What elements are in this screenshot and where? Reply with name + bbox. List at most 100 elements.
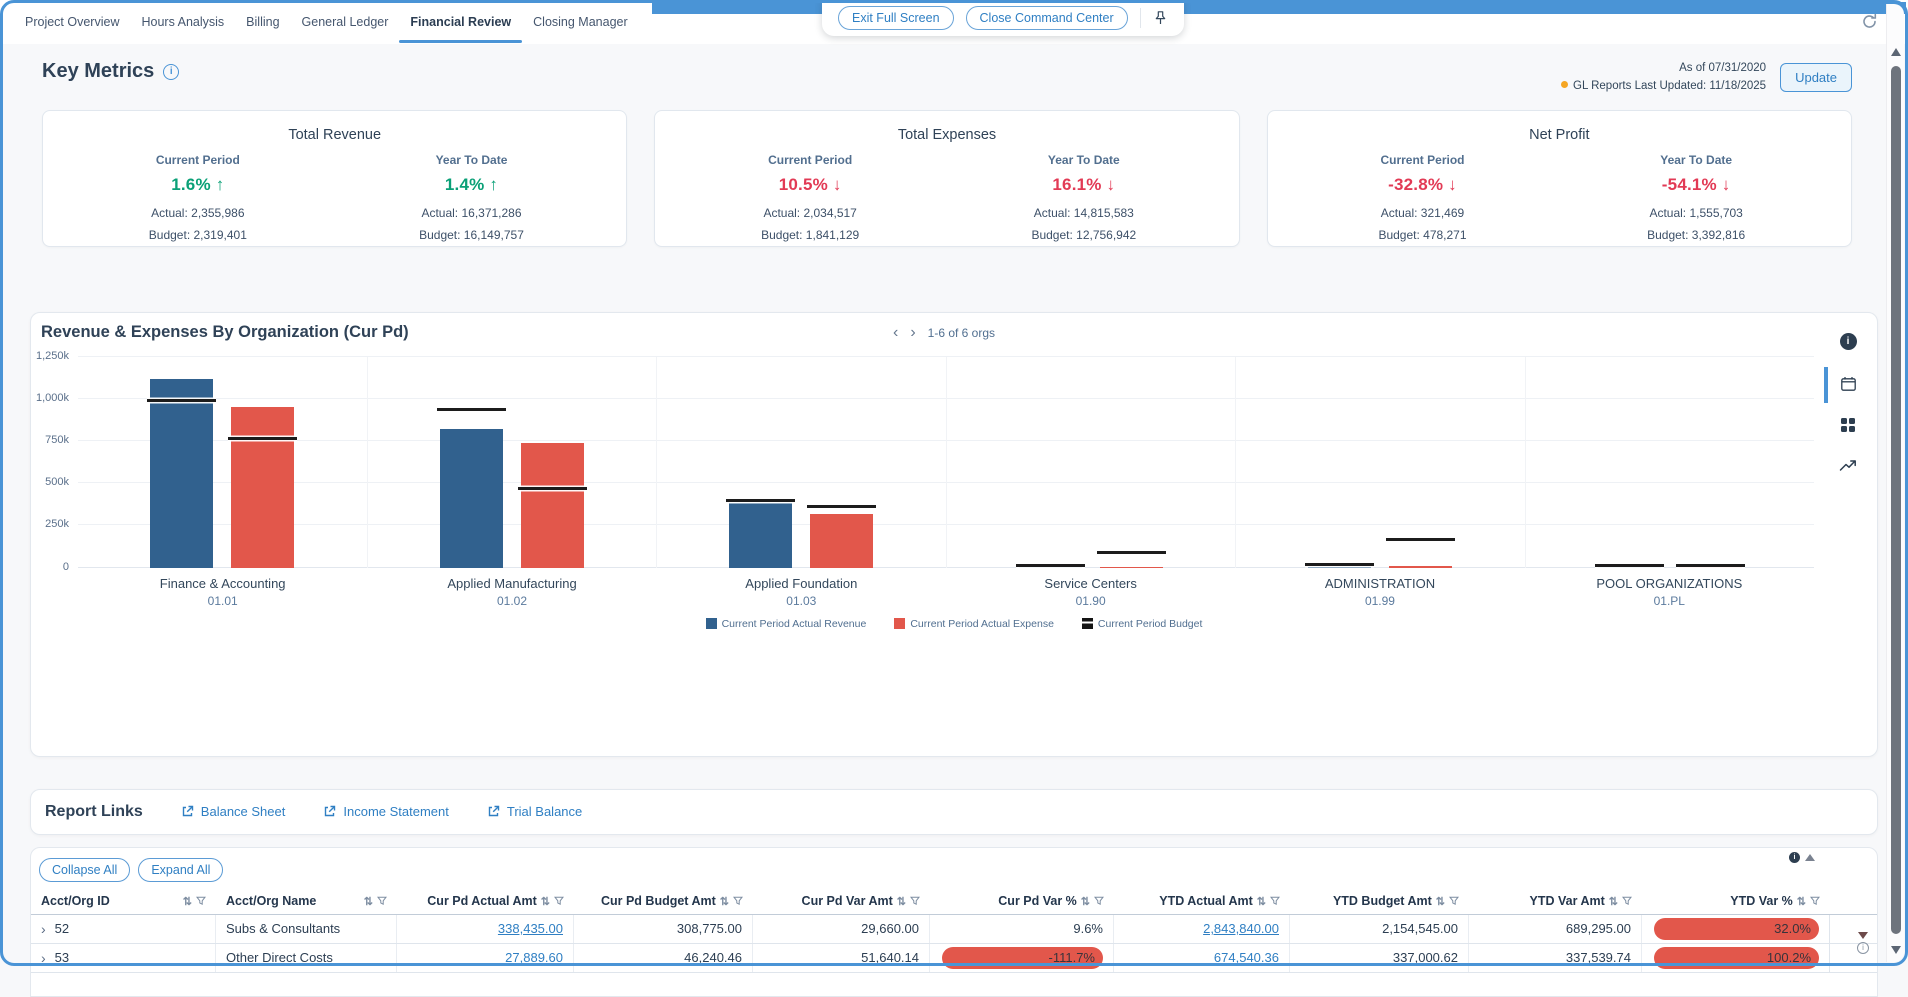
chart-category-axis: Finance & Accounting01.01Applied Manufac… xyxy=(78,576,1814,608)
chart-info-icon[interactable]: i xyxy=(1840,333,1857,350)
column-header-ytd-actual-amt[interactable]: YTD Actual Amt⇅ xyxy=(1114,889,1290,914)
budget-tick-line xyxy=(228,437,297,440)
column-header-cur-pd-var-amt[interactable]: Cur Pd Var Amt⇅ xyxy=(753,889,930,914)
column-header-ytd-var-[interactable]: YTD Var %⇅ xyxy=(1642,889,1830,914)
amount-link[interactable]: 2,843,840.00 xyxy=(1203,921,1279,936)
trend-view-icon[interactable] xyxy=(1839,458,1858,472)
filter-icon[interactable] xyxy=(196,896,206,906)
sort-icon[interactable]: ⇅ xyxy=(1436,895,1445,908)
tab-project-overview[interactable]: Project Overview xyxy=(14,0,130,44)
category-label: Finance & Accounting01.01 xyxy=(78,576,367,608)
info-icon[interactable]: i xyxy=(163,64,179,80)
variance-info-icon[interactable]: i xyxy=(1789,852,1800,863)
close-command-center-button[interactable]: Close Command Center xyxy=(966,6,1128,30)
filter-icon[interactable] xyxy=(1449,896,1459,906)
trial-balance-link[interactable]: Trial Balance xyxy=(487,804,582,819)
period-label: Year To Date xyxy=(335,153,609,167)
tab-hours-analysis[interactable]: Hours Analysis xyxy=(130,0,235,44)
grid-view-icon[interactable] xyxy=(1841,418,1855,432)
cell-ytd-var-amt: 689,295.00 xyxy=(1469,915,1642,943)
calendar-view-icon[interactable] xyxy=(1840,376,1857,392)
filter-icon xyxy=(1622,896,1632,906)
column-header-acct-org-name[interactable]: Acct/Org Name⇅ xyxy=(216,889,397,914)
cell-acct-org-name: Subs & Consultants xyxy=(216,915,397,943)
actual-amount: Actual: 2,355,986 xyxy=(61,202,335,224)
filter-icon[interactable] xyxy=(1622,896,1632,906)
column-header-cur-pd-budget-amt[interactable]: Cur Pd Budget Amt⇅ xyxy=(574,889,753,914)
period-label: Current Period xyxy=(1286,153,1560,167)
row-expand-icon[interactable]: › xyxy=(41,951,46,965)
filter-icon[interactable] xyxy=(910,896,920,906)
row-expand-icon[interactable]: › xyxy=(41,922,46,936)
sort-icon[interactable]: ⇅ xyxy=(1257,895,1266,908)
filter-icon[interactable] xyxy=(733,896,743,906)
expand-all-button[interactable]: Expand All xyxy=(138,858,223,882)
sync-icon[interactable] xyxy=(1861,13,1878,30)
column-header-ytd-var-amt[interactable]: YTD Var Amt⇅ xyxy=(1469,889,1642,914)
cell-value: 29,660.00 xyxy=(861,921,919,936)
sort-icon[interactable]: ⇅ xyxy=(541,895,550,908)
balance-sheet-link[interactable]: Balance Sheet xyxy=(181,804,286,819)
org-code: 01.90 xyxy=(946,594,1235,608)
table-row[interactable]: ›53Other Direct Costs27,889.6046,240.465… xyxy=(31,944,1877,973)
table-row[interactable]: ›52Subs & Consultants338,435.00308,775.0… xyxy=(31,915,1877,944)
tab-closing-manager[interactable]: Closing Manager xyxy=(522,0,639,44)
amount-link[interactable]: 27,889.60 xyxy=(505,950,563,965)
filter-icon xyxy=(377,896,387,906)
sort-icon[interactable]: ⇅ xyxy=(183,895,192,908)
sort-icon[interactable]: ⇅ xyxy=(1797,895,1806,908)
scroll-down-icon[interactable] xyxy=(1891,946,1901,954)
legend-swatch-icon xyxy=(706,618,717,629)
filter-icon[interactable] xyxy=(1094,896,1104,906)
chevron-left-icon[interactable]: ‹ xyxy=(893,325,898,341)
cell-value: Other Direct Costs xyxy=(226,950,333,965)
chart-group-01.PL xyxy=(1525,357,1815,568)
variance-up-icon[interactable] xyxy=(1805,854,1815,861)
sort-icon[interactable]: ⇅ xyxy=(364,895,373,908)
external-link-icon xyxy=(181,805,194,818)
table-info-icon[interactable]: i xyxy=(1857,942,1869,954)
column-header-acct-org-id[interactable]: Acct/Org ID⇅ xyxy=(31,889,216,914)
collapse-all-button[interactable]: Collapse All xyxy=(39,858,130,882)
external-link-icon xyxy=(323,805,336,818)
chevron-right-icon[interactable]: › xyxy=(910,325,915,341)
column-header-cur-pd-var-[interactable]: Cur Pd Var %⇅ xyxy=(930,889,1114,914)
tab-financial-review[interactable]: Financial Review xyxy=(399,0,522,44)
card-title: Total Revenue xyxy=(61,127,608,143)
variance-down-icon[interactable] xyxy=(1858,932,1868,939)
column-header-ytd-budget-amt[interactable]: YTD Budget Amt⇅ xyxy=(1290,889,1469,914)
income-statement-link[interactable]: Income Statement xyxy=(323,804,449,819)
scrollbar-thumb[interactable] xyxy=(1891,66,1901,934)
metric-card-total-expenses: Total Expenses Current Period 10.5% ↓ Ac… xyxy=(654,110,1239,247)
command-center-bar: Exit Full Screen Close Command Center xyxy=(822,0,1184,36)
filter-icon xyxy=(1810,896,1820,906)
filter-icon[interactable] xyxy=(1810,896,1820,906)
sort-icon[interactable]: ⇅ xyxy=(720,895,729,908)
tab-general-ledger[interactable]: General Ledger xyxy=(291,0,400,44)
card-title: Total Expenses xyxy=(673,127,1220,143)
filter-icon[interactable] xyxy=(377,896,387,906)
update-button[interactable]: Update xyxy=(1780,63,1852,92)
amount-link[interactable]: 338,435.00 xyxy=(498,921,563,936)
budget-tick-line xyxy=(1097,551,1166,554)
page-scrollbar[interactable] xyxy=(1886,4,1904,962)
amount-link[interactable]: 674,540.36 xyxy=(1214,950,1279,965)
category-label: Service Centers01.90 xyxy=(946,576,1235,608)
expense-bar-slot xyxy=(521,357,584,568)
sort-icon[interactable]: ⇅ xyxy=(897,895,906,908)
filter-icon[interactable] xyxy=(554,896,564,906)
cell-cur-pd-var-: -111.7% xyxy=(930,944,1114,972)
y-axis-tick-label: 0 xyxy=(63,561,69,573)
sort-icon[interactable]: ⇅ xyxy=(1609,895,1618,908)
exit-full-screen-button[interactable]: Exit Full Screen xyxy=(838,6,954,30)
tab-billing[interactable]: Billing xyxy=(235,0,290,44)
column-header-cur-pd-actual-amt[interactable]: Cur Pd Actual Amt⇅ xyxy=(397,889,574,914)
scroll-up-icon[interactable] xyxy=(1891,48,1901,56)
filter-icon[interactable] xyxy=(1270,896,1280,906)
pin-icon[interactable] xyxy=(1153,10,1168,26)
legend-item: Current Period Actual Revenue xyxy=(706,618,867,630)
cell-value: 53 xyxy=(55,950,69,965)
cell-ytd-actual-amt: 674,540.36 xyxy=(1114,944,1290,972)
expense-bar xyxy=(1389,566,1452,568)
sort-icon[interactable]: ⇅ xyxy=(1081,895,1090,908)
